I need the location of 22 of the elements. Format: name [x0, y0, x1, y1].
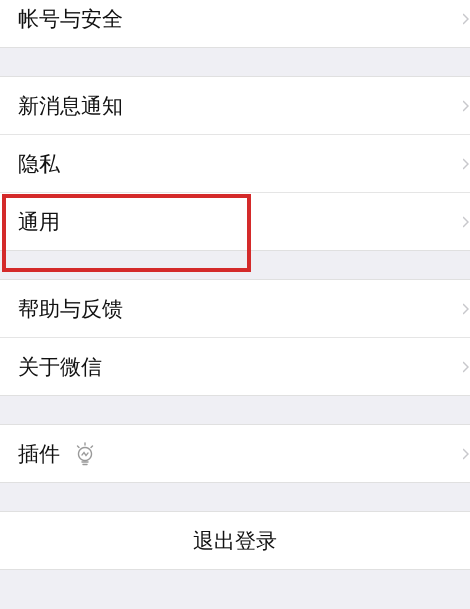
settings-item[interactable]: 隐私	[0, 135, 470, 193]
chevron-icon	[463, 361, 469, 373]
item-label: 帮助与反馈	[18, 296, 123, 322]
settings-item[interactable]: 帮助与反馈	[0, 280, 470, 338]
chevron-icon	[463, 216, 469, 228]
settings-item[interactable]: 插件	[0, 425, 470, 482]
settings-item[interactable]: 帐号与安全	[0, 0, 470, 47]
item-label: 隐私	[18, 150, 60, 178]
item-label: 关于微信	[18, 354, 102, 380]
item-label: 插件	[18, 440, 60, 468]
chevron-icon	[463, 13, 469, 25]
chevron-icon	[463, 303, 469, 315]
item-label: 通用	[18, 208, 60, 236]
settings-item[interactable]: 新消息通知	[0, 77, 470, 135]
chevron-icon	[463, 448, 469, 460]
chevron-icon	[463, 158, 469, 170]
settings-item[interactable]: 通用	[0, 193, 470, 250]
item-label: 帐号与安全	[18, 6, 123, 32]
chevron-icon	[463, 100, 469, 112]
settings-item[interactable]: 关于微信	[0, 338, 470, 395]
lightbulb-icon	[74, 440, 96, 466]
item-label: 新消息通知	[18, 92, 123, 120]
